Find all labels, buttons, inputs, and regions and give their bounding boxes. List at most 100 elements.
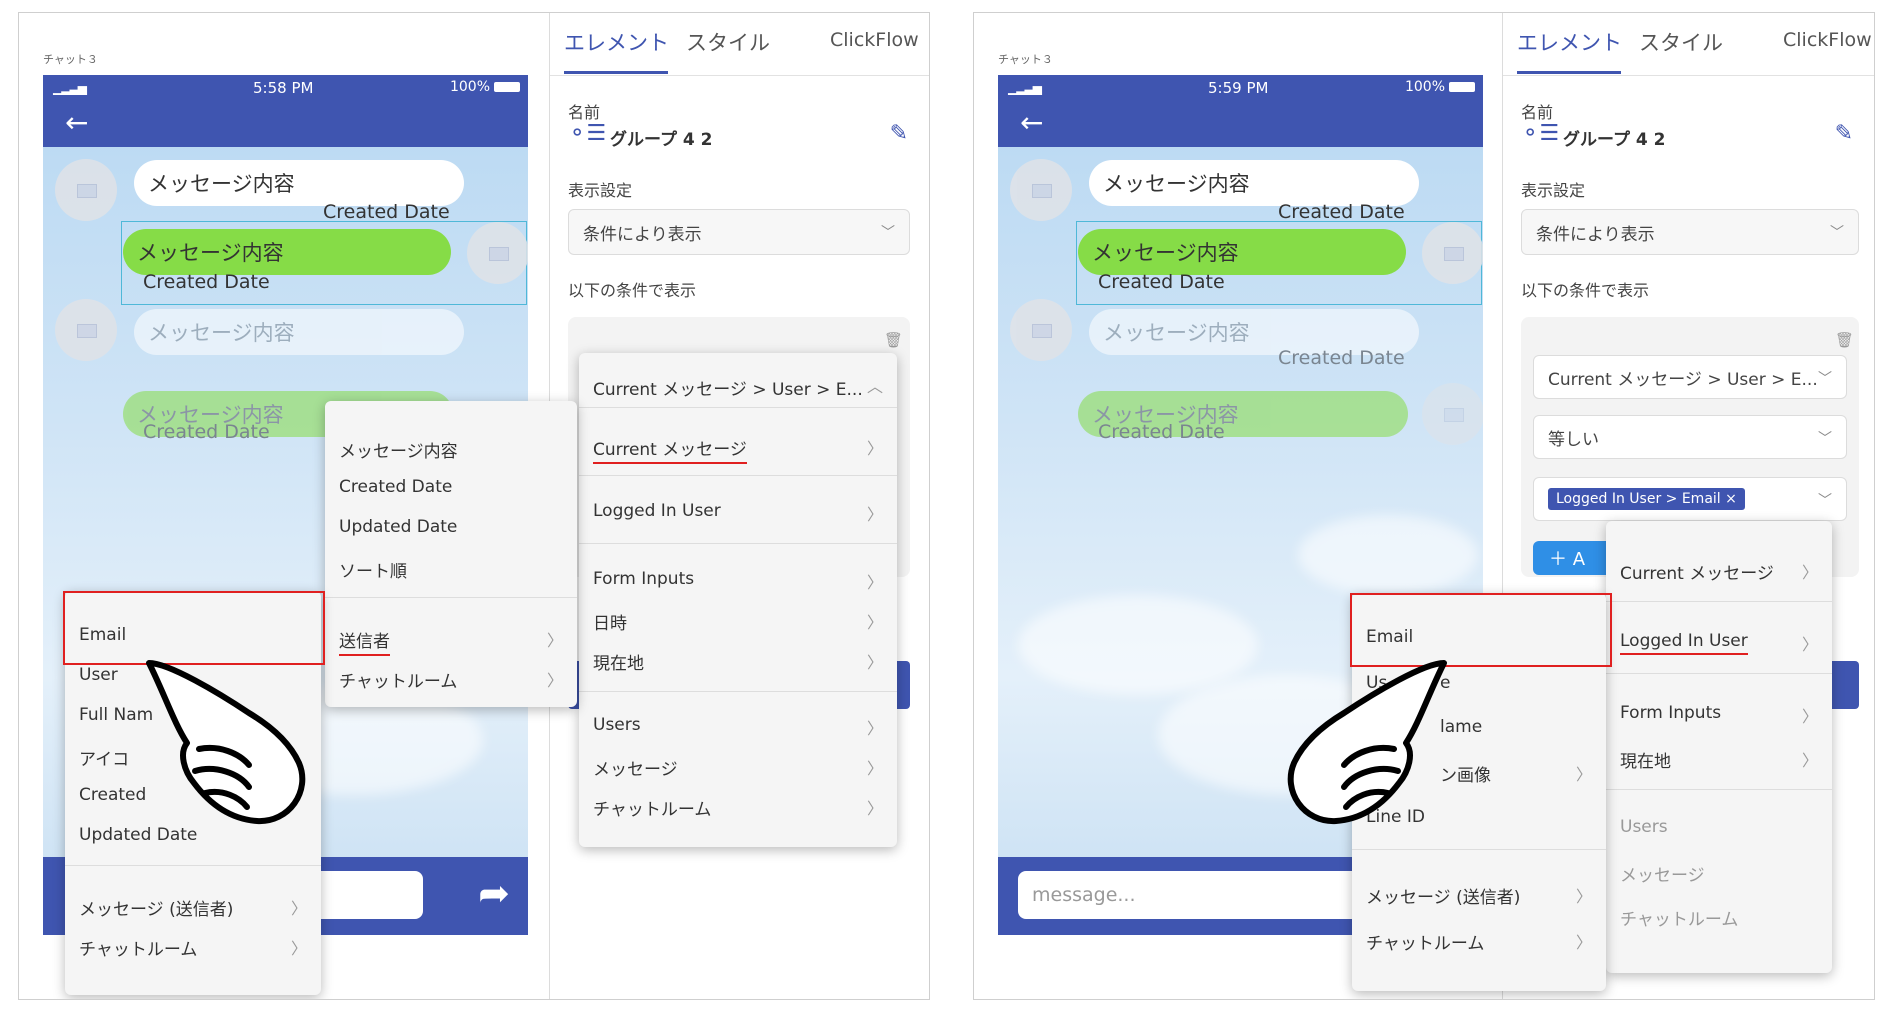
display-setting-label: 表示設定 [1521, 181, 1586, 200]
trash-icon[interactable]: 🗑 [884, 331, 903, 349]
avatar [1010, 299, 1072, 361]
chevron-right-icon: 〉 [866, 505, 883, 524]
value-select[interactable]: Logged In User > Email × ﹀ [1533, 477, 1847, 521]
status-time: 5:59 PM [1208, 79, 1269, 97]
message-bubble-own[interactable]: メッセージ内容 [123, 229, 451, 275]
message-bubble: メッセージ内容 [1089, 160, 1419, 206]
chevron-right-icon: 〉 [1575, 887, 1592, 906]
menu-item-location[interactable]: 現在地 [593, 649, 644, 674]
menu-item-logged-in-user[interactable]: Logged In User [1620, 631, 1748, 655]
menu-item-sort-order[interactable]: ソート順 [339, 557, 407, 582]
back-arrow-icon[interactable]: ← [1020, 109, 1043, 137]
message-input[interactable]: message... [1018, 871, 1388, 919]
tab-clickflow[interactable]: ClickFlow [1783, 29, 1872, 51]
menu-item-messages-sender[interactable]: メッセージ (送信者) [1366, 883, 1520, 908]
right-editor-panel: チャット３ ▁▂▃▅ 5:59 PM 100% ← メッセージ内容 Create… [973, 12, 1875, 1000]
left-editor-panel: チャット３ ▁▂▃▅ 5:58 PM 100% ← メッセージ内容 Create… [18, 12, 930, 1000]
back-arrow-icon[interactable]: ← [65, 109, 88, 137]
menu-item-chatroom: チャットルーム [1620, 910, 1739, 930]
screen-label: チャット３ [43, 53, 98, 66]
phone-header: ▁▂▃▅ 5:59 PM 100% ← [998, 75, 1483, 147]
condition-path[interactable]: Current メッセージ > User > E... [593, 375, 863, 400]
menu-item-icon[interactable]: アイコ [79, 745, 129, 770]
value-tag[interactable]: Logged In User > Email × [1548, 488, 1745, 510]
status-time: 5:58 PM [253, 79, 314, 97]
signal-icon: ▁▂▃▅ [53, 81, 87, 95]
message-date: Created Date [1278, 347, 1405, 369]
message-bubble: メッセージ内容 [134, 309, 464, 355]
menu-item-chatroom[interactable]: チャットルーム [1366, 929, 1484, 954]
display-setting-select[interactable]: 条件により表示 ﹀ [568, 209, 910, 255]
menu-item-chatroom[interactable]: チャットルーム [593, 795, 711, 820]
chevron-right-icon: 〉 [1801, 751, 1818, 770]
menu-item-form-inputs[interactable]: Form Inputs [1620, 703, 1721, 723]
menu-item-location[interactable]: 現在地 [1620, 747, 1671, 772]
screen-label: チャット３ [998, 53, 1053, 66]
condition-source-menu: Current メッセージ > User > E... ︿ Current メッ… [579, 353, 897, 847]
chevron-right-icon: 〉 [1801, 563, 1818, 582]
edit-pencil-icon[interactable]: ✎ [1835, 121, 1853, 146]
menu-item-created[interactable]: Created [79, 785, 146, 805]
menu-item-users: Users [1620, 817, 1668, 837]
message-date: Created Date [1098, 421, 1225, 443]
tab-bar: エレメント スタイル ClickFlow [1503, 13, 1874, 76]
chevron-down-icon: ﹀ [1830, 225, 1844, 241]
chevron-right-icon: 〉 [866, 759, 883, 778]
tab-element[interactable]: エレメント [564, 27, 669, 57]
message-bubble: メッセージ内容 [134, 160, 464, 206]
message-date: Created Date [143, 421, 270, 443]
menu-item-username[interactable]: User [79, 665, 118, 685]
condition-source-menu: Current メッセージ 〉 Logged In User 〉 Form In… [1606, 521, 1832, 973]
chevron-right-icon: 〉 [1575, 765, 1592, 784]
chevron-right-icon: 〉 [1575, 933, 1592, 952]
chevron-right-icon: 〉 [866, 613, 883, 632]
chevron-right-icon: 〉 [866, 653, 883, 672]
message-field-menu: メッセージ内容 Created Date Updated Date ソート順 送… [325, 401, 577, 707]
chevron-up-icon: ︿ [866, 377, 883, 396]
chevron-right-icon: 〉 [866, 573, 883, 592]
menu-item-messages-sender[interactable]: メッセージ (送信者) [79, 895, 233, 920]
chevron-right-icon: 〉 [866, 439, 883, 458]
tab-bar: エレメント スタイル ClickFlow [550, 13, 929, 76]
operator-select[interactable]: 等しい ﹀ [1533, 415, 1847, 459]
name-label: 名前 [1521, 103, 1554, 122]
avatar [467, 222, 528, 284]
chevron-down-icon: ﹀ [1818, 493, 1832, 509]
message-bubble-own[interactable]: メッセージ内容 [1078, 229, 1406, 275]
chevron-right-icon: 〉 [290, 899, 307, 918]
tab-clickflow[interactable]: ClickFlow [830, 29, 919, 51]
tab-style[interactable]: スタイル [686, 27, 770, 57]
menu-item-logged-in-user[interactable]: Logged In User [593, 501, 721, 521]
menu-item-created-date[interactable]: Created Date [339, 477, 452, 497]
phone-header: ▁▂▃▅ 5:58 PM 100% ← [43, 75, 528, 147]
battery-indicator: 100% [1405, 79, 1475, 95]
menu-item-messages[interactable]: メッセージ [593, 755, 678, 780]
menu-item-current-message[interactable]: Current メッセージ [1620, 559, 1774, 584]
menu-item-sender[interactable]: 送信者 [339, 627, 390, 656]
edit-pencil-icon[interactable]: ✎ [890, 121, 908, 146]
chevron-down-icon: ﹀ [881, 225, 895, 241]
menu-item-form-inputs[interactable]: Form Inputs [593, 569, 694, 589]
tab-element[interactable]: エレメント [1517, 27, 1622, 57]
menu-item-current-message[interactable]: Current メッセージ [593, 435, 747, 464]
chevron-right-icon: 〉 [546, 631, 563, 650]
trash-icon[interactable]: 🗑 [1835, 331, 1854, 349]
send-icon[interactable]: ➦ [478, 873, 510, 913]
display-setting-select[interactable]: 条件により表示 ﹀ [1521, 209, 1859, 255]
pointing-hand-icon [1287, 660, 1447, 825]
menu-item-chatroom[interactable]: チャットルーム [339, 667, 457, 692]
tab-style[interactable]: スタイル [1639, 27, 1723, 57]
avatar [55, 299, 117, 361]
condition-path-select[interactable]: Current メッセージ > User > E... ﹀ [1533, 355, 1847, 399]
group-icon: ⚬☰ [1521, 121, 1560, 146]
chevron-right-icon: 〉 [866, 799, 883, 818]
menu-item-chatroom[interactable]: チャットルーム [79, 935, 197, 960]
menu-item-message-content[interactable]: メッセージ内容 [339, 437, 458, 462]
menu-item-datetime[interactable]: 日時 [593, 609, 627, 634]
chevron-down-icon: ﹀ [1818, 371, 1832, 387]
menu-item-users[interactable]: Users [593, 715, 641, 735]
group-icon: ⚬☰ [568, 121, 607, 146]
avatar [1422, 222, 1483, 284]
chevron-right-icon: 〉 [290, 939, 307, 958]
menu-item-updated-date[interactable]: Updated Date [339, 517, 457, 537]
